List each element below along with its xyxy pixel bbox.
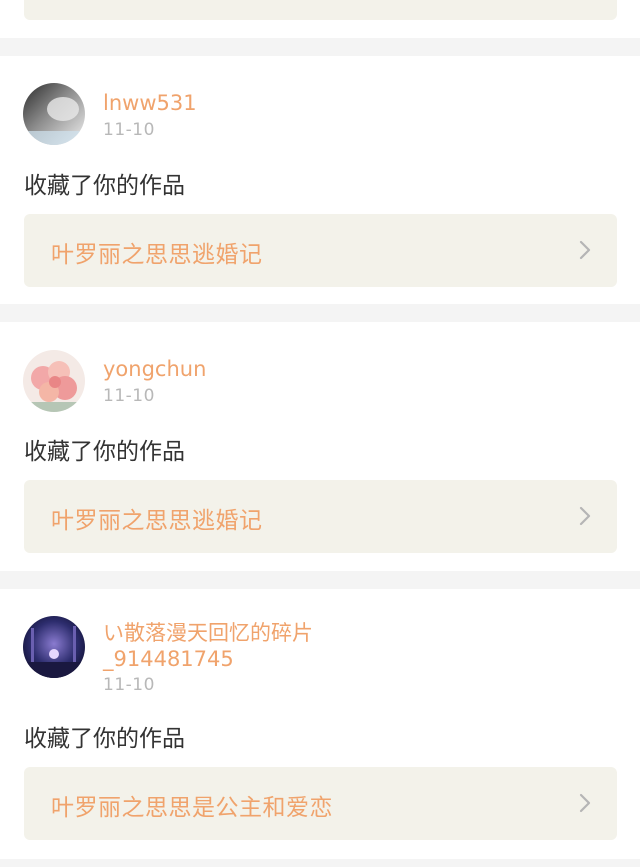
timestamp: 11-10 xyxy=(103,386,155,406)
chevron-right-icon xyxy=(579,793,591,813)
work-title: 叶罗丽之思思是公主和爱恋 xyxy=(51,795,333,821)
user-avatar[interactable] xyxy=(23,83,85,145)
user-avatar[interactable] xyxy=(23,616,85,678)
avatar-image xyxy=(23,350,85,412)
work-link[interactable]: 叶罗丽之思思逃婚记 xyxy=(24,214,617,287)
username[interactable]: yongchun xyxy=(103,356,523,382)
username-line: い散落漫天回忆的碎片 xyxy=(103,621,313,645)
activity-text: 收藏了你的作品 xyxy=(24,726,185,752)
notification-card-partial xyxy=(0,0,640,38)
username[interactable]: lnww531 xyxy=(103,90,523,116)
timestamp: 11-10 xyxy=(103,120,155,140)
notification-card: lnww531 11-10 收藏了你的作品 叶罗丽之思思逃婚记 xyxy=(0,56,640,304)
notification-list: lnww531 11-10 收藏了你的作品 叶罗丽之思思逃婚记 yongchun… xyxy=(0,0,640,867)
username[interactable]: い散落漫天回忆的碎片 _914481745 xyxy=(103,620,523,672)
activity-text: 收藏了你的作品 xyxy=(24,439,185,465)
avatar-image xyxy=(23,83,85,145)
work-link-partial[interactable] xyxy=(24,0,617,20)
user-avatar[interactable] xyxy=(23,350,85,412)
work-title: 叶罗丽之思思逃婚记 xyxy=(51,508,263,534)
work-link[interactable]: 叶罗丽之思思是公主和爱恋 xyxy=(24,767,617,840)
notification-card: い散落漫天回忆的碎片 _914481745 11-10 收藏了你的作品 叶罗丽之… xyxy=(0,589,640,859)
username-line: _914481745 xyxy=(103,647,234,671)
notification-card: yongchun 11-10 收藏了你的作品 叶罗丽之思思逃婚记 xyxy=(0,322,640,571)
chevron-right-icon xyxy=(579,240,591,260)
work-title: 叶罗丽之思思逃婚记 xyxy=(51,242,263,268)
avatar-image xyxy=(23,616,85,678)
timestamp: 11-10 xyxy=(103,675,155,695)
chevron-right-icon xyxy=(579,506,591,526)
activity-text: 收藏了你的作品 xyxy=(24,173,185,199)
work-link[interactable]: 叶罗丽之思思逃婚记 xyxy=(24,480,617,553)
